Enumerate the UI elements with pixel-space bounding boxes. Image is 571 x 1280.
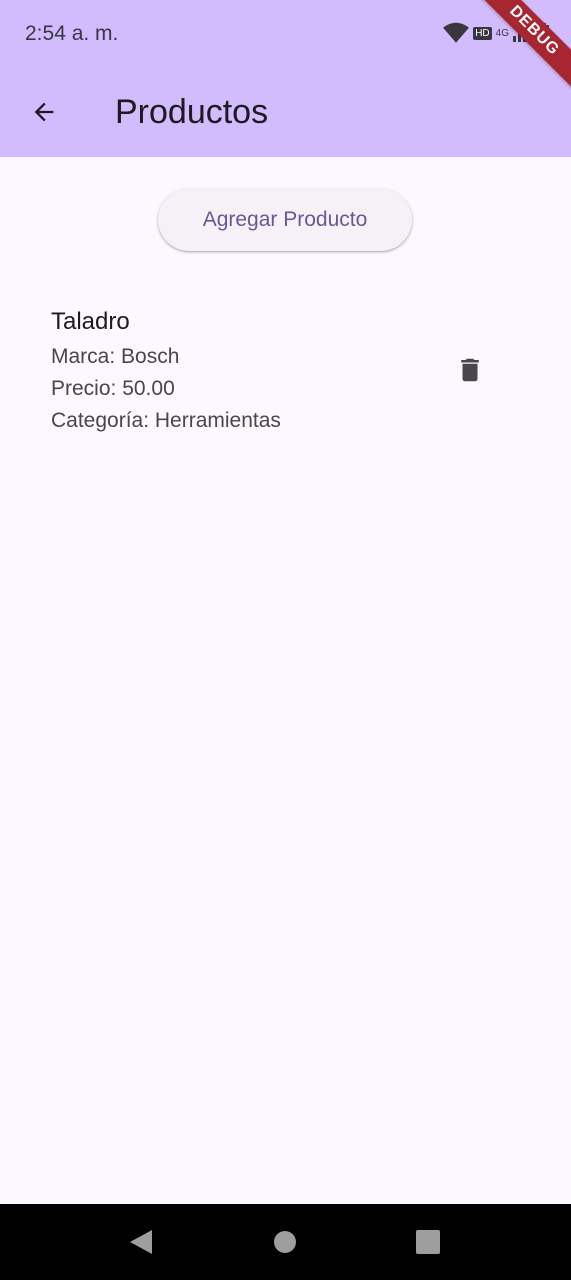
nav-back-icon[interactable]: [124, 1224, 160, 1260]
page-title: Productos: [115, 93, 269, 131]
product-list: Taladro Marca: Bosch Precio: 50.00 Categ…: [0, 300, 571, 440]
delete-button[interactable]: [448, 348, 492, 392]
list-item[interactable]: Taladro Marca: Bosch Precio: 50.00 Categ…: [0, 300, 571, 440]
network-label: 4G: [495, 27, 509, 39]
product-price: Precio: 50.00: [51, 377, 175, 400]
status-time: 2:54 a. m.: [25, 22, 119, 45]
wifi-icon: [443, 22, 470, 43]
product-category: Categoría: Herramientas: [51, 409, 281, 432]
trash-icon: [461, 358, 479, 382]
app-bar: Productos: [0, 70, 571, 157]
status-bar: 2:54 a. m. HD 4G: [0, 0, 571, 70]
nav-home-icon[interactable]: [267, 1224, 303, 1260]
hd-badge: HD: [473, 26, 492, 40]
system-nav-bar: [0, 1204, 571, 1280]
product-name: Taladro: [51, 308, 130, 335]
arrow-left-icon: [34, 102, 54, 122]
back-button[interactable]: [22, 90, 66, 134]
add-product-button[interactable]: Agregar Producto: [158, 189, 412, 251]
nav-recents-icon[interactable]: [410, 1224, 446, 1260]
product-brand: Marca: Bosch: [51, 345, 180, 368]
